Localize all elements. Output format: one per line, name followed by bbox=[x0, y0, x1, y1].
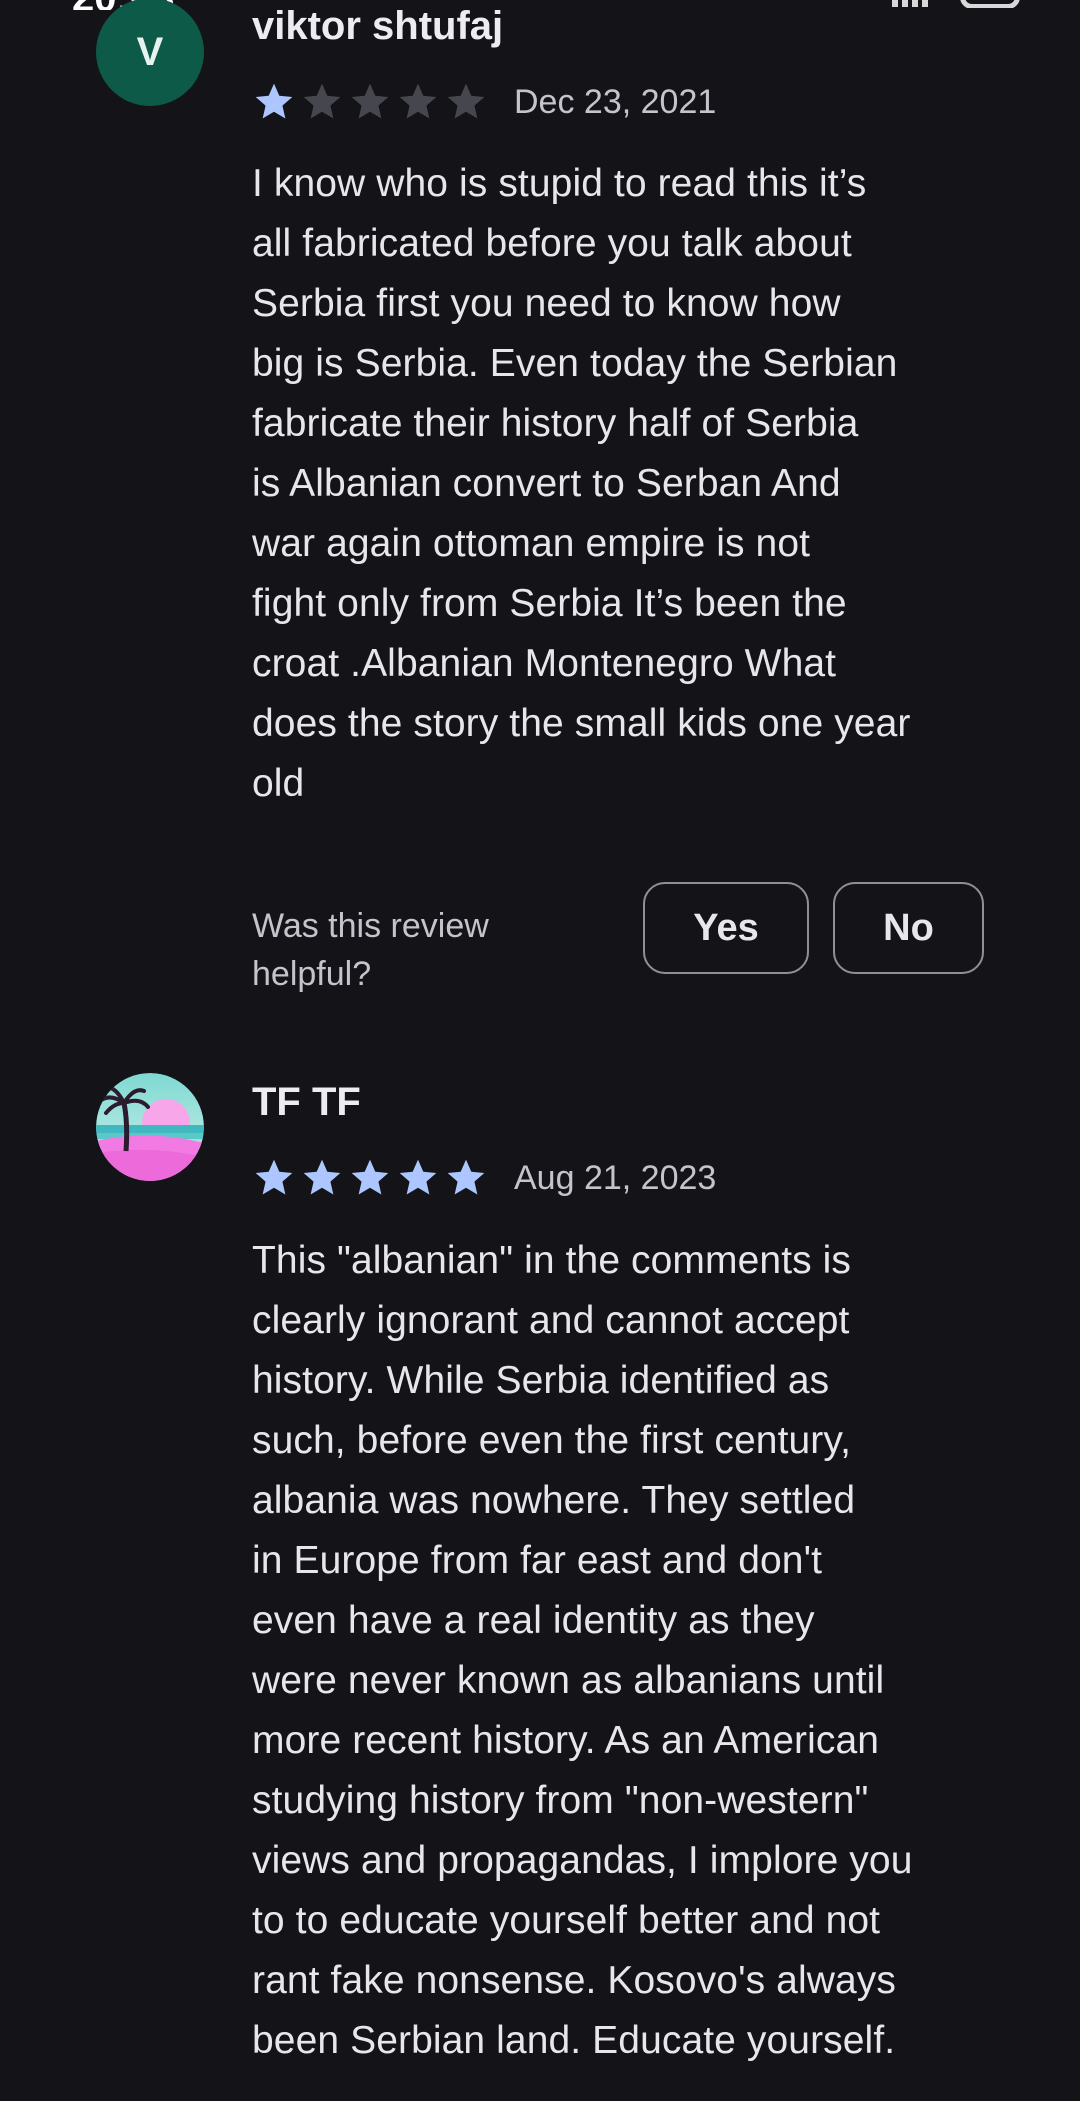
review-text-line: in Europe from far east and don't bbox=[252, 1539, 823, 1582]
review-text-line: old bbox=[252, 762, 305, 805]
review-text-line: is Albanian convert to Serban And bbox=[252, 462, 841, 505]
review-text-line: Serbia first you need to know how bbox=[252, 282, 841, 325]
review-text-line: such, before even the first century, bbox=[252, 1419, 852, 1462]
review-text-line: croat .Albanian Montenegro What bbox=[252, 642, 837, 685]
review-text-line: fight only from Serbia It’s been the bbox=[252, 582, 847, 625]
review-text-line: studying history from "non-western" bbox=[252, 1779, 869, 1822]
rating-row: Aug 21, 2023 bbox=[252, 1153, 716, 1203]
review-date: Aug 21, 2023 bbox=[514, 1158, 717, 1197]
review-text-line: I know who is stupid to read this it’s bbox=[252, 162, 867, 205]
review-text-line: This "albanian" in the comments is bbox=[252, 1239, 852, 1282]
palm-sunset-avatar-icon[interactable] bbox=[96, 1073, 204, 1181]
status-icons bbox=[892, 0, 1020, 8]
star-empty-icon bbox=[399, 83, 437, 119]
star-filled-icon bbox=[303, 1159, 341, 1195]
review-text-line: albania was nowhere. They settled bbox=[252, 1479, 856, 1522]
review-text: I know who is stupid to read this it’s al… bbox=[252, 154, 992, 814]
review-text-line: been Serbian land. Educate yourself. bbox=[252, 2019, 896, 2062]
battery-icon bbox=[960, 0, 1020, 8]
star-rating bbox=[252, 80, 488, 124]
rating-row: Dec 23, 2021 bbox=[252, 77, 716, 127]
review-text-line: fabricate their history half of Serbia bbox=[252, 402, 859, 445]
avatar-image bbox=[96, 1073, 204, 1181]
helpful-prompt: Was this review helpful? bbox=[252, 907, 489, 993]
star-empty-icon bbox=[447, 83, 485, 119]
review-text-line: views and propagandas, I implore you bbox=[252, 1839, 913, 1882]
star-empty-icon bbox=[303, 83, 341, 119]
review-text-line: war again ottoman empire is not bbox=[252, 522, 811, 565]
star-filled-icon bbox=[399, 1159, 437, 1195]
review-text-line: more recent history. As an American bbox=[252, 1719, 880, 1762]
no-button[interactable]: No bbox=[833, 882, 984, 974]
star-filled-icon bbox=[255, 83, 293, 119]
star-filled-icon bbox=[447, 1159, 485, 1195]
signal-icon bbox=[892, 0, 946, 7]
review-author: viktor shtufaj bbox=[252, 4, 504, 48]
star-rating bbox=[252, 1156, 488, 1200]
review-text-line: all fabricated before you talk about bbox=[252, 222, 852, 265]
avatar[interactable]: V bbox=[96, 0, 204, 106]
review-author: TF TF bbox=[252, 1080, 361, 1124]
star-filled-icon bbox=[255, 1159, 293, 1195]
review-text-line: big is Serbia. Even today the Serbian bbox=[252, 342, 898, 385]
review-date: Dec 23, 2021 bbox=[514, 82, 717, 121]
review-text-line: rant fake nonsense. Kosovo's always bbox=[252, 1959, 896, 2002]
review-text-line: clearly ignorant and cannot accept bbox=[252, 1299, 850, 1342]
review-text-line: even have a real identity as they bbox=[252, 1599, 815, 1642]
review-text-line: were never known as albanians until bbox=[252, 1659, 885, 1702]
review-text-line: to to educate yourself better and not bbox=[252, 1899, 881, 1942]
review-text-line: does the story the small kids one year bbox=[252, 702, 911, 745]
review-text: This "albanian" in the comments is clearl… bbox=[252, 1231, 992, 2071]
review-text-line: history. While Serbia identified as bbox=[252, 1359, 830, 1402]
star-empty-icon bbox=[351, 83, 389, 119]
yes-button[interactable]: Yes bbox=[643, 882, 809, 974]
star-filled-icon bbox=[351, 1159, 389, 1195]
